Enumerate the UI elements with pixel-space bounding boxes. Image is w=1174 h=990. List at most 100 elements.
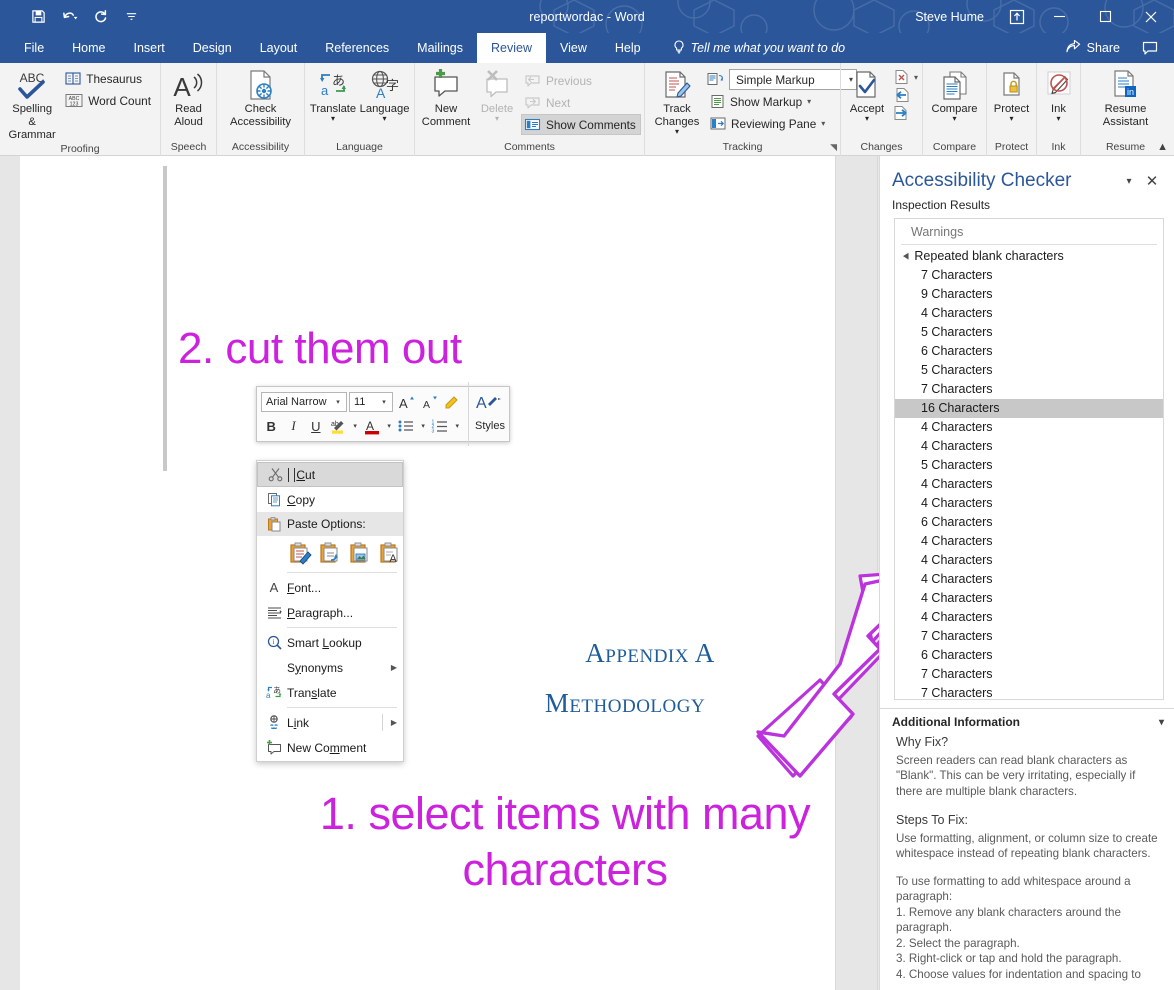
font-name-combo[interactable]: Arial Narrow ▾ xyxy=(261,392,347,412)
thesaurus-button[interactable]: Thesaurus xyxy=(62,68,156,89)
reviewing-pane-button[interactable]: Reviewing Pane ▾ xyxy=(707,113,862,134)
italic-button[interactable]: I xyxy=(283,416,303,437)
check-accessibility-button[interactable]: Check Accessibility xyxy=(225,66,296,129)
collapse-triangle-icon[interactable]: ◀ xyxy=(903,251,908,261)
show-comments-button[interactable]: Show Comments xyxy=(521,114,641,135)
redo-icon[interactable] xyxy=(86,4,114,30)
bullets-button[interactable] xyxy=(396,416,416,437)
spelling-grammar-button[interactable]: ABC Spelling & Grammar xyxy=(4,66,60,142)
close-button[interactable] xyxy=(1128,0,1174,33)
share-button[interactable]: Share xyxy=(1058,33,1128,63)
context-menu-item-copy[interactable]: Copy xyxy=(257,487,403,512)
markup-mode-value[interactable]: Simple Markup ▾ xyxy=(729,69,857,90)
customize-qat-icon[interactable] xyxy=(117,4,145,30)
font-size-combo[interactable]: 11 ▾ xyxy=(349,392,393,412)
results-item[interactable]: 4 Characters xyxy=(895,494,1163,513)
dialog-launcher-icon[interactable]: ◥ xyxy=(830,140,837,155)
results-item[interactable]: 4 Characters xyxy=(895,608,1163,627)
paste-picture-icon[interactable] xyxy=(348,540,373,566)
chevron-down-icon[interactable]: ▾ xyxy=(452,422,462,430)
results-item[interactable]: 7 Characters xyxy=(895,266,1163,285)
minimize-button[interactable] xyxy=(1036,0,1082,33)
tab-insert[interactable]: Insert xyxy=(120,33,179,63)
tab-layout[interactable]: Layout xyxy=(246,33,312,63)
chevron-down-icon[interactable]: ▾ xyxy=(675,128,679,136)
context-menu-item-cut[interactable]: Cut xyxy=(257,462,403,487)
next-comment-button[interactable]: Next xyxy=(521,92,641,113)
previous-change-button[interactable] xyxy=(891,86,923,104)
chevron-down-icon[interactable]: ▾ xyxy=(821,119,825,128)
tab-review[interactable]: Review xyxy=(477,33,547,63)
results-item[interactable]: 4 Characters xyxy=(895,570,1163,589)
tab-view[interactable]: View xyxy=(546,33,601,63)
paste-keep-source-formatting-icon[interactable] xyxy=(287,540,312,566)
track-changes-button[interactable]: Track Changes ▾ xyxy=(649,66,705,136)
tell-me-search[interactable]: Tell me what you want to do xyxy=(655,33,845,63)
results-item[interactable]: 7 Characters xyxy=(895,684,1163,699)
markup-mode-combo[interactable]: Simple Markup ▾ xyxy=(707,69,862,90)
underline-button[interactable]: U xyxy=(306,416,326,437)
reject-change-button[interactable]: ▾ xyxy=(891,68,923,86)
resume-assistant-button[interactable]: in Resume Assistant xyxy=(1098,66,1153,129)
translate-button[interactable]: aあ Translate ▾ xyxy=(309,66,357,123)
tab-help[interactable]: Help xyxy=(601,33,655,63)
word-count-button[interactable]: ABC 123 Word Count xyxy=(62,90,156,111)
delete-comment-button[interactable]: Delete ▾ xyxy=(475,66,519,123)
format-painter-button[interactable] xyxy=(441,392,462,413)
results-item[interactable]: 16 Characters xyxy=(895,399,1163,418)
chevron-down-icon[interactable]: ▾ xyxy=(418,422,428,430)
chevron-down-icon[interactable]: ▾ xyxy=(1009,115,1013,123)
chevron-down-icon[interactable]: ▾ xyxy=(952,115,956,123)
previous-comment-button[interactable]: Previous xyxy=(521,70,641,91)
results-item[interactable]: 6 Characters xyxy=(895,646,1163,665)
mini-formatting-toolbar[interactable]: Arial Narrow ▾ 11 ▾ A A A B I U ab ▾ A ▾… xyxy=(256,382,510,446)
highlight-button[interactable]: ab xyxy=(328,416,348,437)
paste-merge-formatting-icon[interactable] xyxy=(317,540,342,566)
results-item[interactable]: 6 Characters xyxy=(895,342,1163,361)
context-menu-item-synonyms[interactable]: Synonyms ▶ xyxy=(257,655,403,680)
language-button[interactable]: A字 Language ▾ xyxy=(359,66,410,123)
styles-label[interactable]: Styles xyxy=(475,420,505,432)
context-menu-item-paragraph[interactable]: Paragraph... xyxy=(257,600,403,625)
chevron-down-icon[interactable]: ▾ xyxy=(331,115,335,123)
chevron-down-icon[interactable]: ▾ xyxy=(914,73,918,82)
chevron-down-icon[interactable]: ▾ xyxy=(865,115,869,123)
inspection-results-list[interactable]: Warnings ◀ Repeated blank characters 7 C… xyxy=(894,218,1164,700)
bold-button[interactable]: B xyxy=(261,416,281,437)
tab-home[interactable]: Home xyxy=(58,33,119,63)
tab-mailings[interactable]: Mailings xyxy=(403,33,477,63)
context-menu-item-font[interactable]: A Font... xyxy=(257,575,403,600)
ink-button[interactable]: Ink ▾ xyxy=(1036,66,1082,123)
chevron-down-icon[interactable]: ▾ xyxy=(383,115,387,123)
chevron-down-icon[interactable]: ▾ xyxy=(384,422,394,430)
results-item[interactable]: 4 Characters xyxy=(895,589,1163,608)
results-item[interactable]: 4 Characters xyxy=(895,418,1163,437)
tab-file[interactable]: File xyxy=(10,33,58,63)
maximize-button[interactable] xyxy=(1082,0,1128,33)
chevron-down-icon[interactable]: ▾ xyxy=(807,97,811,106)
styles-button[interactable]: A xyxy=(475,392,501,412)
results-group-repeated-blank-characters[interactable]: ◀ Repeated blank characters xyxy=(895,245,1163,266)
account-name[interactable]: Steve Hume xyxy=(915,10,984,24)
tab-references[interactable]: References xyxy=(311,33,403,63)
chevron-down-icon[interactable]: ▾ xyxy=(379,398,389,406)
compare-button[interactable]: Compare ▾ xyxy=(927,66,982,123)
results-item[interactable]: 7 Characters xyxy=(895,627,1163,646)
undo-icon[interactable] xyxy=(55,4,83,30)
context-menu[interactable]: Cut Copy Paste Options: A A Font... Para… xyxy=(256,460,404,762)
new-comment-button[interactable]: New Comment xyxy=(419,66,473,129)
context-menu-item-translate[interactable]: aあ Translate xyxy=(257,680,403,705)
chevron-down-icon[interactable]: ▾ xyxy=(1159,717,1164,728)
show-markup-button[interactable]: Show Markup ▾ xyxy=(707,91,862,112)
results-item[interactable]: 6 Characters xyxy=(895,513,1163,532)
accept-change-button[interactable]: Accept ▾ xyxy=(845,66,889,123)
shrink-font-button[interactable]: A xyxy=(418,392,439,413)
results-item[interactable]: 4 Characters xyxy=(895,437,1163,456)
chevron-down-icon[interactable]: ▾ xyxy=(1118,176,1140,187)
tab-design[interactable]: Design xyxy=(179,33,246,63)
collapse-ribbon-icon[interactable]: ▲ xyxy=(1157,141,1168,153)
next-change-button[interactable] xyxy=(891,104,923,122)
close-icon[interactable]: ✕ xyxy=(1140,172,1164,190)
context-menu-item-smart-lookup[interactable]: i Smart Lookup xyxy=(257,630,403,655)
results-item[interactable]: 4 Characters xyxy=(895,532,1163,551)
